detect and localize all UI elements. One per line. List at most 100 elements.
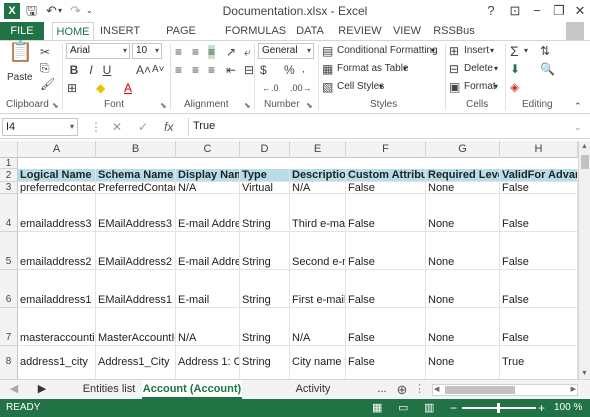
table-cell[interactable]: False — [346, 346, 426, 379]
column-header-c[interactable]: C — [176, 141, 240, 158]
table-cell[interactable]: None — [426, 346, 500, 379]
horizontal-scrollbar[interactable]: ◀ ▶ — [432, 384, 578, 396]
align-bottom-icon[interactable]: ≡ — [208, 45, 216, 59]
table-cell[interactable]: String — [240, 270, 290, 308]
zoom-slider-thumb[interactable] — [497, 403, 500, 413]
collapse-ribbon-icon[interactable]: ⌃ — [574, 99, 582, 113]
increase-font-icon[interactable]: A˄ — [136, 63, 151, 77]
table-cell[interactable]: None — [426, 232, 500, 270]
paste-button[interactable]: Paste — [7, 71, 33, 85]
align-top-icon[interactable]: ≡ — [175, 45, 182, 59]
align-left-icon[interactable]: ≡ — [175, 63, 182, 77]
column-header-a[interactable]: A — [18, 141, 96, 158]
conditional-formatting-button[interactable]: Conditional Formatting — [337, 44, 438, 58]
table-cell[interactable]: E-mail Address — [176, 194, 240, 232]
page-layout-view-icon[interactable]: ▭ — [398, 399, 408, 417]
splitter-icon[interactable]: ⋮ — [414, 380, 425, 399]
close-button[interactable]: ✕ — [571, 2, 589, 20]
table-cell[interactable]: N/A — [176, 182, 240, 194]
underline-button[interactable]: U — [100, 63, 114, 77]
tab-insert[interactable]: INSERT — [100, 22, 140, 40]
table-cell[interactable]: emailaddress1 — [18, 270, 96, 308]
table-cell[interactable]: None — [426, 182, 500, 194]
table-cell[interactable]: String — [240, 194, 290, 232]
decrease-indent-icon[interactable]: ⇤ — [226, 63, 236, 77]
table-cell[interactable]: EMailAddress2 — [96, 232, 176, 270]
row-header-7[interactable]: 7 — [0, 308, 18, 346]
align-right-icon[interactable]: ≡ — [208, 63, 215, 77]
format-as-table-button[interactable]: Format as Table — [337, 62, 409, 76]
spreadsheet-grid[interactable]: A B C D E F G H 1 2 Logical Name Schema … — [0, 141, 578, 379]
table-cell[interactable]: False — [346, 194, 426, 232]
tab-file[interactable]: FILE — [0, 22, 44, 40]
prev-sheet-icon[interactable]: ◀ — [8, 380, 20, 399]
user-avatar[interactable] — [566, 22, 584, 40]
table-cell[interactable]: False — [346, 182, 426, 194]
expand-formula-bar-icon[interactable]: ⌄ — [574, 119, 582, 135]
table-cell[interactable]: City name fo — [290, 346, 346, 379]
align-center-icon[interactable]: ≡ — [192, 63, 199, 77]
sort-filter-icon[interactable]: ⇅ — [540, 44, 550, 58]
font-color-icon[interactable]: A — [124, 81, 132, 95]
column-header-h[interactable]: H — [500, 141, 578, 158]
restore-button[interactable]: ❐ — [550, 2, 568, 20]
row-header-1[interactable]: 1 — [0, 158, 18, 169]
row-header-3[interactable]: 3 — [0, 182, 18, 194]
number-launcher-icon[interactable]: ⬊ — [306, 101, 313, 110]
fill-color-icon[interactable]: ◆ — [96, 81, 105, 95]
merge-center-icon[interactable]: ⊟ — [244, 63, 254, 77]
table-cell[interactable]: EMailAddress3 — [96, 194, 176, 232]
sheet-tab-entities[interactable]: Entities list — [78, 380, 140, 399]
table-cell[interactable]: EMailAddress1 — [96, 270, 176, 308]
increase-decimal-icon[interactable]: ←.0 — [262, 81, 279, 95]
fill-icon[interactable]: ⬇ — [510, 62, 520, 76]
minimize-button[interactable]: − — [528, 2, 546, 20]
currency-button[interactable]: $ — [260, 63, 267, 77]
table-cell[interactable]: Address 1: Cit — [176, 346, 240, 379]
header-cell[interactable]: Description — [290, 169, 346, 182]
table-cell[interactable]: False — [500, 232, 578, 270]
row-header-5[interactable]: 5 — [0, 232, 18, 270]
table-cell[interactable]: N/A — [176, 308, 240, 346]
find-select-icon[interactable]: 🔍 — [540, 62, 555, 76]
tab-data[interactable]: DATA — [292, 22, 328, 40]
table-cell[interactable]: False — [500, 308, 578, 346]
tab-formulas[interactable]: FORMULAS — [225, 22, 286, 40]
scroll-left-icon[interactable]: ◀ — [434, 385, 439, 395]
header-cell[interactable]: Schema Name — [96, 169, 176, 182]
header-cell[interactable]: Custom Attribute — [346, 169, 426, 182]
table-cell[interactable]: emailaddress3 — [18, 194, 96, 232]
table-cell[interactable]: PreferredContactM — [96, 182, 176, 194]
hscroll-thumb[interactable] — [445, 386, 515, 394]
insert-cells-icon[interactable]: ⊞ — [449, 44, 459, 58]
tab-view[interactable]: VIEW — [390, 22, 424, 40]
table-cell[interactable]: False — [500, 182, 578, 194]
table-cell[interactable]: True — [500, 346, 578, 379]
table-cell[interactable]: emailaddress2 — [18, 232, 96, 270]
more-sheets-button[interactable]: ... — [374, 380, 390, 399]
conditional-formatting-icon[interactable]: ▤ — [322, 44, 333, 58]
table-cell[interactable]: False — [346, 232, 426, 270]
clear-icon[interactable]: ◈ — [510, 80, 519, 94]
table-cell[interactable]: masteraccountidy — [18, 308, 96, 346]
format-painter-icon[interactable]: 🖌 — [40, 77, 55, 91]
formula-input[interactable]: True — [188, 118, 568, 136]
table-cell[interactable]: E-mail — [176, 270, 240, 308]
ribbon-display-icon[interactable]: ⊡ — [506, 2, 524, 20]
alignment-launcher-icon[interactable]: ⬊ — [244, 101, 251, 110]
decrease-font-icon[interactable]: A˅ — [152, 63, 165, 77]
zoom-level[interactable]: 100 % — [554, 399, 582, 417]
zoom-out-icon[interactable]: − — [450, 399, 457, 417]
table-cell[interactable]: N/A — [290, 182, 346, 194]
header-cell[interactable]: Display Name — [176, 169, 240, 182]
italic-button[interactable]: I — [84, 63, 98, 77]
tab-page-layout[interactable]: PAGE LAYOUT — [148, 22, 214, 55]
row-header-8[interactable]: 8 — [0, 346, 18, 379]
row-header-6[interactable]: 6 — [0, 270, 18, 308]
column-header-b[interactable]: B — [96, 141, 176, 158]
header-cell[interactable]: ValidFor Advan — [500, 169, 578, 182]
scroll-down-icon[interactable]: ▼ — [581, 370, 588, 377]
number-format-combo[interactable]: General ▾ — [258, 43, 314, 59]
scroll-right-icon[interactable]: ▶ — [571, 385, 576, 395]
table-cell[interactable]: False — [500, 194, 578, 232]
